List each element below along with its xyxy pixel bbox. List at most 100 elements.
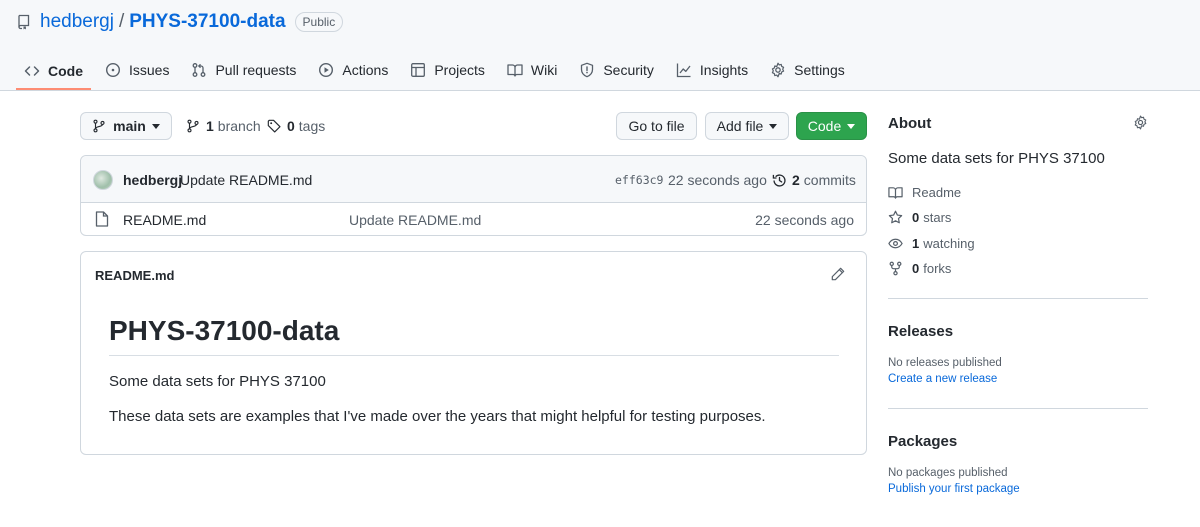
tab-settings[interactable]: Settings — [762, 52, 853, 88]
file-name-link[interactable]: README.md — [123, 212, 206, 228]
tab-issues-label: Issues — [129, 62, 170, 78]
tab-projects[interactable]: Projects — [402, 52, 493, 88]
watching-link[interactable]: 1 watching — [888, 236, 975, 251]
code-icon — [24, 66, 40, 76]
branch-icon — [187, 119, 199, 133]
readme-link-label: Readme — [912, 185, 962, 200]
tab-code[interactable]: Code — [16, 52, 91, 90]
tab-actions-label: Actions — [342, 62, 389, 78]
tab-insights-label: Insights — [699, 62, 749, 78]
readme-panel: README.md PHYS-37100-data Some data sets… — [80, 251, 867, 455]
forks-count: 0 — [912, 261, 920, 276]
pull-request-icon — [193, 63, 206, 77]
branches-link[interactable]: 1 branch — [186, 118, 261, 134]
add-file-label: Add file — [716, 118, 764, 134]
stars-count: 0 — [912, 210, 920, 225]
repo-separator: / — [118, 11, 125, 32]
latest-commit-row: hedbergj Update README.md eff63c9 22 sec… — [81, 156, 866, 203]
forks-label: forks — [923, 261, 952, 276]
releases-empty-text: No releases published — [888, 357, 1002, 369]
commit-sha-link[interactable]: eff63c9 — [615, 173, 663, 187]
stars-link[interactable]: 0 stars — [888, 210, 951, 225]
go-to-file-label: Go to file — [628, 118, 685, 134]
watching-label: watching — [923, 236, 975, 251]
chevron-down-icon — [151, 123, 160, 129]
repo-owner-link[interactable]: hedbergj — [40, 11, 114, 33]
tab-security-label: Security — [603, 62, 654, 78]
file-icon — [95, 211, 109, 230]
branch-selector-button[interactable]: main — [80, 112, 172, 140]
tab-wiki-label: Wiki — [530, 62, 558, 78]
code-button-label: Code — [807, 118, 842, 134]
commit-count-label: commits — [803, 172, 856, 188]
repo-name-link[interactable]: PHYS-37100-data — [129, 11, 285, 33]
stars-label: stars — [923, 210, 952, 225]
commit-count: 2 — [792, 172, 800, 188]
readme-link[interactable]: Readme — [888, 185, 961, 200]
about-title: About — [888, 115, 932, 132]
file-list: hedbergj Update README.md eff63c9 22 sec… — [80, 155, 867, 236]
readme-paragraph: Some data sets for PHYS 37100 — [109, 373, 326, 390]
create-release-link[interactable]: Create a new release — [888, 373, 997, 385]
watching-count: 1 — [912, 236, 920, 251]
chevron-down-icon — [769, 123, 778, 129]
chevron-down-icon — [847, 123, 856, 129]
tab-issues[interactable]: Issues — [97, 52, 177, 88]
gear-icon — [771, 62, 785, 78]
forks-link[interactable]: 0 forks — [888, 261, 951, 276]
releases-heading[interactable]: Releases — [888, 323, 953, 340]
tab-insights[interactable]: Insights — [668, 52, 756, 88]
code-dropdown-button[interactable]: Code — [796, 112, 867, 140]
book-icon — [507, 64, 523, 77]
tab-security[interactable]: Security — [571, 52, 662, 88]
tag-count: 0 — [287, 118, 295, 134]
file-commit-time: 22 seconds ago — [755, 212, 854, 228]
commit-message-link[interactable]: Update README.md — [180, 172, 312, 188]
repo-title: hedbergj / PHYS-37100-data Public — [16, 11, 344, 33]
sidebar-divider — [888, 298, 1148, 299]
sidebar-divider — [888, 408, 1148, 409]
tag-icon — [267, 119, 281, 133]
packages-empty-text: No packages published — [888, 467, 1008, 479]
add-file-button[interactable]: Add file — [705, 112, 789, 140]
issue-icon — [105, 62, 121, 78]
tab-code-label: Code — [48, 63, 83, 79]
history-icon — [772, 173, 786, 187]
tab-pull-requests[interactable]: Pull requests — [183, 52, 304, 88]
commit-time: 22 seconds ago — [668, 172, 767, 188]
eye-icon — [888, 238, 903, 249]
avatar[interactable] — [93, 170, 113, 190]
tab-pull-requests-label: Pull requests — [215, 62, 297, 78]
publish-package-link[interactable]: Publish your first package — [888, 483, 1020, 495]
commit-author-link[interactable]: hedbergj — [123, 172, 182, 188]
book-icon — [888, 187, 903, 199]
branch-label: branch — [217, 118, 261, 134]
heading-divider — [109, 355, 839, 356]
visibility-badge: Public — [294, 12, 344, 32]
tab-wiki[interactable]: Wiki — [499, 52, 565, 88]
repo-header: hedbergj / PHYS-37100-data Public Code I… — [0, 0, 1200, 91]
file-commit-message-link[interactable]: Update README.md — [349, 212, 481, 228]
gear-icon[interactable] — [1133, 115, 1148, 133]
about-description: Some data sets for PHYS 37100 — [888, 150, 1105, 167]
repo-nav-tabs: Code Issues Pull requests Actions Projec… — [16, 52, 859, 91]
branch-name: main — [113, 118, 146, 134]
tab-actions[interactable]: Actions — [310, 52, 396, 88]
tab-projects-label: Projects — [434, 62, 485, 78]
shield-icon — [581, 62, 594, 78]
packages-heading[interactable]: Packages — [888, 433, 957, 450]
fork-icon — [889, 261, 902, 276]
tags-link[interactable]: 0 tags — [267, 118, 325, 134]
branch-icon — [93, 119, 105, 133]
branch-count: 1 — [206, 118, 214, 134]
graph-icon — [676, 63, 691, 78]
pencil-icon[interactable] — [831, 267, 845, 284]
readme-filename[interactable]: README.md — [95, 268, 174, 283]
table-icon — [411, 63, 426, 77]
go-to-file-button[interactable]: Go to file — [616, 112, 697, 140]
commits-history-link[interactable]: 2 commits — [772, 172, 856, 188]
tab-settings-label: Settings — [794, 62, 845, 78]
readme-heading: PHYS-37100-data — [109, 315, 340, 346]
tag-label: tags — [298, 118, 326, 134]
play-icon — [319, 62, 334, 78]
